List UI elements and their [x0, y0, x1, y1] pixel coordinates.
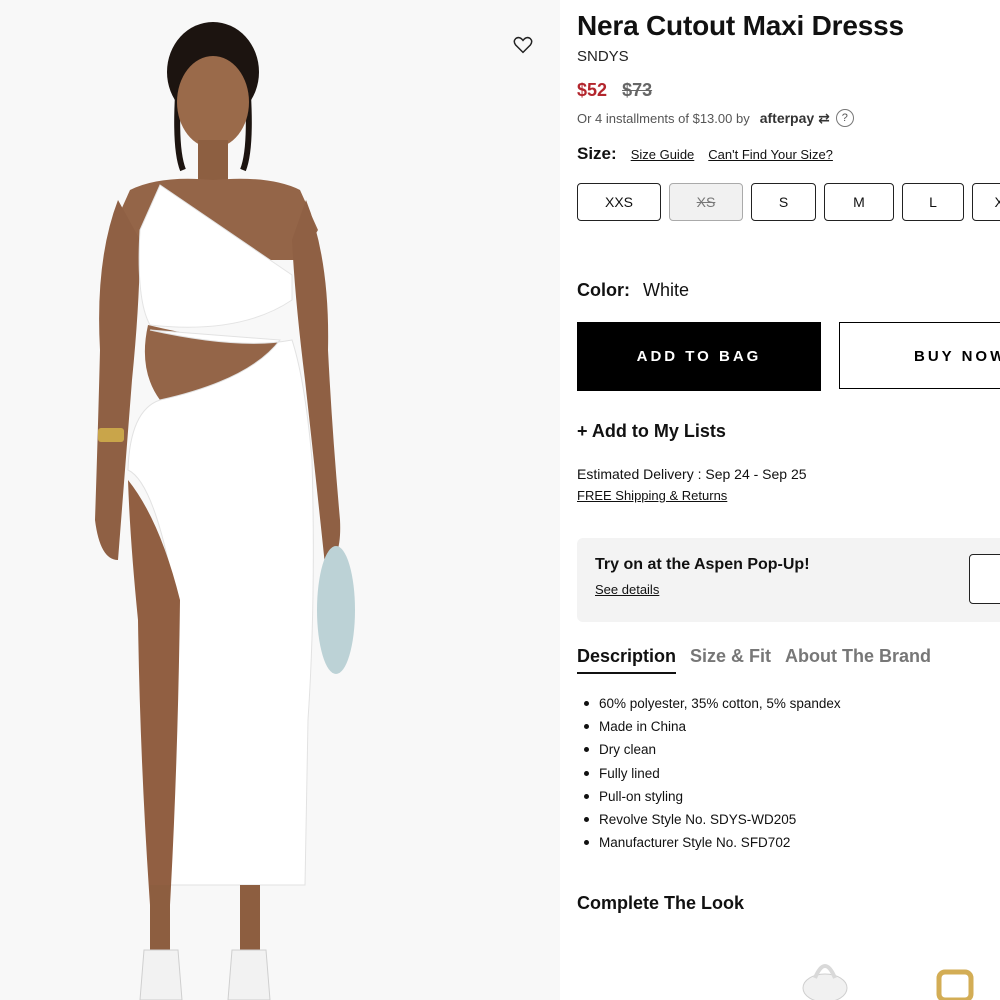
cant-find-size-link[interactable]: Can't Find Your Size? — [708, 147, 833, 162]
price-row: $52 $73 — [577, 80, 652, 101]
size-header: Size: Size Guide Can't Find Your Size? — [577, 144, 833, 164]
list-item: Fully lined — [577, 762, 841, 785]
brand-name[interactable]: SNDYS — [577, 48, 629, 65]
size-label: Size: — [577, 144, 617, 163]
color-value: White — [643, 280, 690, 300]
afterpay-arrows-icon: ⇄ — [818, 109, 830, 126]
tab-size-fit[interactable]: Size & Fit — [690, 646, 771, 674]
size-options: XXS XS S M L XL — [577, 183, 1000, 221]
size-option-l[interactable]: L — [902, 183, 964, 221]
wishlist-heart-icon[interactable] — [512, 34, 534, 56]
description-list: 60% polyester, 35% cotton, 5% spandex Ma… — [577, 692, 841, 854]
installments-info: Or 4 installments of $13.00 by afterpay … — [577, 109, 854, 127]
size-option-xs[interactable]: XS — [669, 183, 743, 221]
buy-now-button[interactable]: BUY NOW — [839, 322, 1000, 389]
afterpay-logo-text: afterpay — [759, 109, 815, 126]
complete-look-cuff-thumbnail[interactable] — [933, 966, 977, 1000]
popup-banner: Try on at the Aspen Pop-Up! See details — [577, 538, 1000, 622]
model-photo-illustration — [0, 0, 560, 1000]
see-details-link[interactable]: See details — [595, 582, 659, 597]
estimated-delivery: Estimated Delivery : Sep 24 - Sep 25 — [577, 466, 807, 482]
list-item: 60% polyester, 35% cotton, 5% spandex — [577, 692, 841, 715]
original-price: $73 — [622, 80, 653, 100]
popup-title: Try on at the Aspen Pop-Up! — [595, 556, 810, 573]
product-image[interactable] — [0, 0, 560, 1000]
list-item: Pull-on styling — [577, 785, 841, 808]
tab-about-brand[interactable]: About The Brand — [785, 646, 931, 674]
add-to-my-lists-button[interactable]: + Add to My Lists — [577, 421, 726, 442]
size-option-s[interactable]: S — [751, 183, 816, 221]
complete-look-bag-thumbnail[interactable] — [797, 954, 853, 1000]
list-item: Revolve Style No. SDYS-WD205 — [577, 808, 841, 831]
list-item: Manufacturer Style No. SFD702 — [577, 831, 841, 854]
add-to-bag-button[interactable]: ADD TO BAG — [577, 322, 821, 391]
size-option-xl[interactable]: XL — [972, 183, 1000, 221]
product-title: Nera Cutout Maxi Dresss — [577, 10, 904, 41]
size-option-xxs[interactable]: XXS — [577, 183, 661, 221]
list-item: Dry clean — [577, 738, 841, 761]
size-option-m[interactable]: M — [824, 183, 894, 221]
afterpay-logo: afterpay ⇄ — [760, 110, 830, 127]
help-icon[interactable]: ? — [835, 109, 854, 127]
color-row: Color: White — [577, 280, 689, 301]
color-label: Color: — [577, 280, 630, 300]
sale-price: $52 — [577, 80, 608, 100]
product-tabs: Description Size & Fit About The Brand — [577, 646, 931, 674]
list-item: Made in China — [577, 715, 841, 738]
size-guide-link[interactable]: Size Guide — [631, 147, 695, 162]
tab-description[interactable]: Description — [577, 646, 677, 674]
popup-action-button[interactable] — [969, 554, 1000, 604]
complete-the-look-heading: Complete The Look — [577, 893, 745, 913]
heart-outline-icon — [513, 36, 533, 54]
installments-text: Or 4 installments of $13.00 by — [577, 110, 750, 126]
product-info-panel: Nera Cutout Maxi Dresss SNDYS $52 $73 Or… — [577, 0, 1000, 1000]
free-shipping-link[interactable]: FREE Shipping & Returns — [577, 488, 727, 503]
